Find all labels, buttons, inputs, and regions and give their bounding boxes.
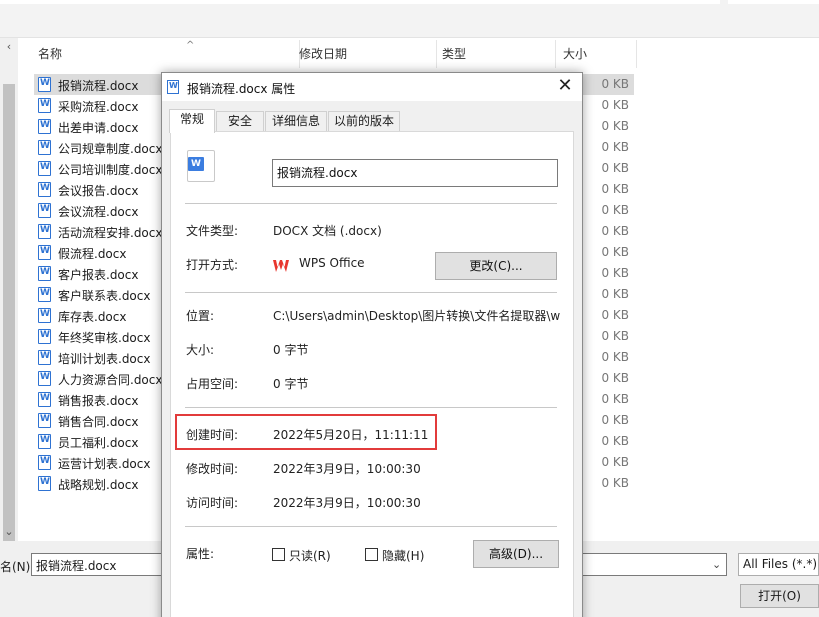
column-header-name[interactable]: 名称 ^: [30, 40, 300, 68]
divider: [185, 292, 557, 293]
sort-ascending-icon: ^: [186, 40, 195, 51]
location-label: 位置:: [186, 309, 215, 323]
close-button[interactable]: ✕: [552, 75, 578, 99]
word-doc-icon: [38, 455, 51, 470]
word-doc-icon: [38, 371, 51, 386]
tab-details[interactable]: 详细信息: [265, 111, 327, 132]
word-doc-icon: [38, 98, 51, 113]
word-doc-icon: [38, 434, 51, 449]
column-headers: 名称 ^ 修改日期 类型 大小: [18, 40, 638, 68]
modified-label: 修改时间:: [186, 462, 239, 476]
toolbar-strip: [728, 0, 819, 4]
open-with-label: 打开方式:: [186, 258, 239, 272]
file-name-input[interactable]: 报销流程.docx: [272, 159, 558, 187]
file-type-label: 文件类型:: [186, 224, 239, 238]
word-doc-icon: [38, 350, 51, 365]
accessed-value: 2022年3月9日，10:00:30: [273, 496, 421, 510]
word-doc-icon: [38, 161, 51, 176]
tab-security[interactable]: 安全: [216, 111, 264, 132]
chevron-down-icon[interactable]: ⌄: [712, 558, 721, 571]
hidden-checkbox[interactable]: [365, 548, 378, 561]
dialog-titlebar[interactable]: 报销流程.docx 属性 ✕: [162, 73, 582, 101]
attributes-label: 属性:: [186, 547, 215, 561]
filetype-select[interactable]: All Files (*.*): [738, 553, 819, 576]
word-doc-icon: W: [187, 150, 215, 182]
open-button[interactable]: 打开(O): [740, 584, 819, 608]
readonly-label: 只读(R): [289, 549, 331, 563]
hidden-label: 隐藏(H): [382, 549, 425, 563]
word-doc-icon: [38, 245, 51, 260]
column-header-type[interactable]: 类型: [434, 40, 556, 68]
tab-general[interactable]: 常规: [169, 109, 215, 133]
scroll-thumb[interactable]: [3, 84, 15, 544]
column-header-size[interactable]: 大小: [555, 40, 637, 68]
open-with-value: WPS Office: [299, 256, 365, 270]
column-header-modified[interactable]: 修改日期: [291, 40, 437, 68]
advanced-button[interactable]: 高级(D)...: [473, 540, 559, 568]
readonly-checkbox[interactable]: [272, 548, 285, 561]
divider: [185, 407, 557, 408]
word-doc-icon: [167, 80, 179, 94]
word-doc-icon: [38, 182, 51, 197]
word-doc-icon: [38, 476, 51, 491]
file-type-value: DOCX 文档 (.docx): [273, 224, 382, 238]
scroll-down-icon[interactable]: ⌄: [2, 526, 16, 538]
dialog-title: 报销流程.docx 属性: [187, 82, 296, 96]
size-value: 0 字节: [273, 343, 309, 357]
toolbar-strip: [0, 0, 720, 4]
properties-dialog: 报销流程.docx 属性 ✕ 常规 安全 详细信息 以前的版本 W 报销流程.d…: [161, 72, 583, 617]
address-toolbar: [0, 0, 819, 38]
word-doc-icon: [38, 140, 51, 155]
word-doc-icon: [38, 329, 51, 344]
word-doc-icon: [38, 203, 51, 218]
word-doc-icon: [38, 224, 51, 239]
tab-previous-versions[interactable]: 以前的版本: [328, 111, 400, 132]
word-doc-icon: [38, 308, 51, 323]
modified-value: 2022年3月9日，10:00:30: [273, 462, 421, 476]
word-doc-icon: [38, 77, 51, 92]
general-tab-panel: W 报销流程.docx 文件类型: DOCX 文档 (.docx) 打开方式: …: [170, 131, 574, 617]
divider: [185, 203, 557, 204]
location-value: C:\Users\admin\Desktop\图片转换\文件名提取器\w: [273, 309, 561, 323]
filename-label: 名(N):: [0, 560, 35, 574]
word-doc-icon: [38, 392, 51, 407]
word-badge-icon: W: [188, 157, 204, 171]
change-button[interactable]: 更改(C)...: [435, 252, 557, 280]
word-doc-icon: [38, 287, 51, 302]
word-doc-icon: [38, 119, 51, 134]
word-doc-icon: [38, 266, 51, 281]
word-doc-icon: [38, 413, 51, 428]
wps-office-icon: [273, 260, 289, 272]
created-value: 2022年5月20日，11:11:11: [273, 428, 429, 442]
created-label: 创建时间:: [186, 428, 239, 442]
scroll-up-icon[interactable]: ‹: [2, 41, 16, 52]
disk-size-label: 占用空间:: [186, 377, 239, 391]
size-label: 大小:: [186, 343, 215, 357]
accessed-label: 访问时间:: [186, 496, 239, 510]
disk-size-value: 0 字节: [273, 377, 309, 391]
divider: [185, 526, 557, 527]
vertical-scrollbar[interactable]: ‹ ⌄: [0, 38, 18, 544]
